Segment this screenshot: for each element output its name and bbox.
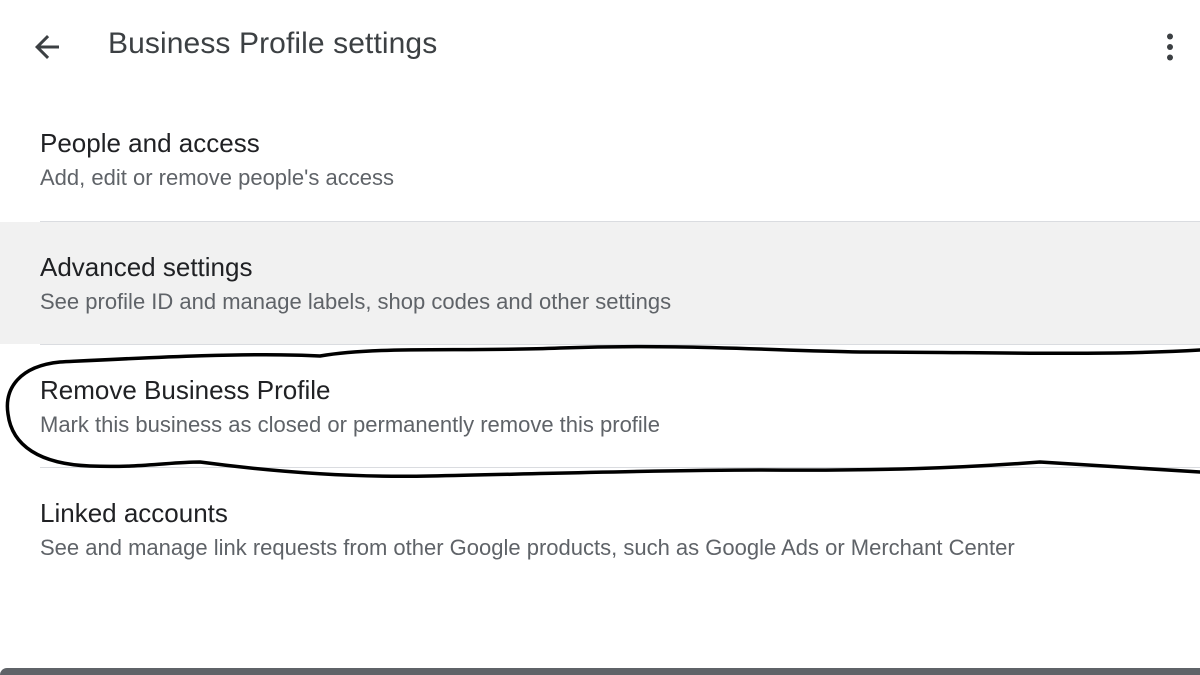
- settings-page: Business Profile settings People and acc…: [0, 0, 1200, 675]
- item-title: Advanced settings: [40, 252, 253, 282]
- settings-item-remove-business-profile[interactable]: Remove Business Profile Mark this busine…: [0, 345, 1200, 467]
- more-options-button[interactable]: [1150, 26, 1190, 68]
- more-vert-icon: [1167, 33, 1173, 61]
- arrow-back-icon: [35, 35, 59, 59]
- settings-item-advanced-settings[interactable]: Advanced settings See profile ID and man…: [0, 222, 1200, 344]
- app-header: Business Profile settings: [0, 0, 1200, 92]
- back-button[interactable]: [26, 26, 68, 68]
- item-description: Add, edit or remove people's access: [40, 165, 394, 190]
- item-title: Linked accounts: [40, 498, 228, 528]
- settings-item-people-and-access[interactable]: People and access Add, edit or remove pe…: [0, 98, 1200, 221]
- page-title: Business Profile settings: [108, 27, 438, 60]
- item-description: See profile ID and manage labels, shop c…: [40, 289, 672, 314]
- item-description: See and manage link requests from other …: [40, 535, 1015, 560]
- settings-item-linked-accounts[interactable]: Linked accounts See and manage link requ…: [0, 468, 1200, 608]
- item-title: Remove Business Profile: [40, 375, 331, 405]
- item-title: People and access: [40, 128, 260, 158]
- bottom-border: [0, 668, 1200, 675]
- item-description: Mark this business as closed or permanen…: [40, 412, 660, 437]
- settings-list: People and access Add, edit or remove pe…: [0, 98, 1200, 608]
